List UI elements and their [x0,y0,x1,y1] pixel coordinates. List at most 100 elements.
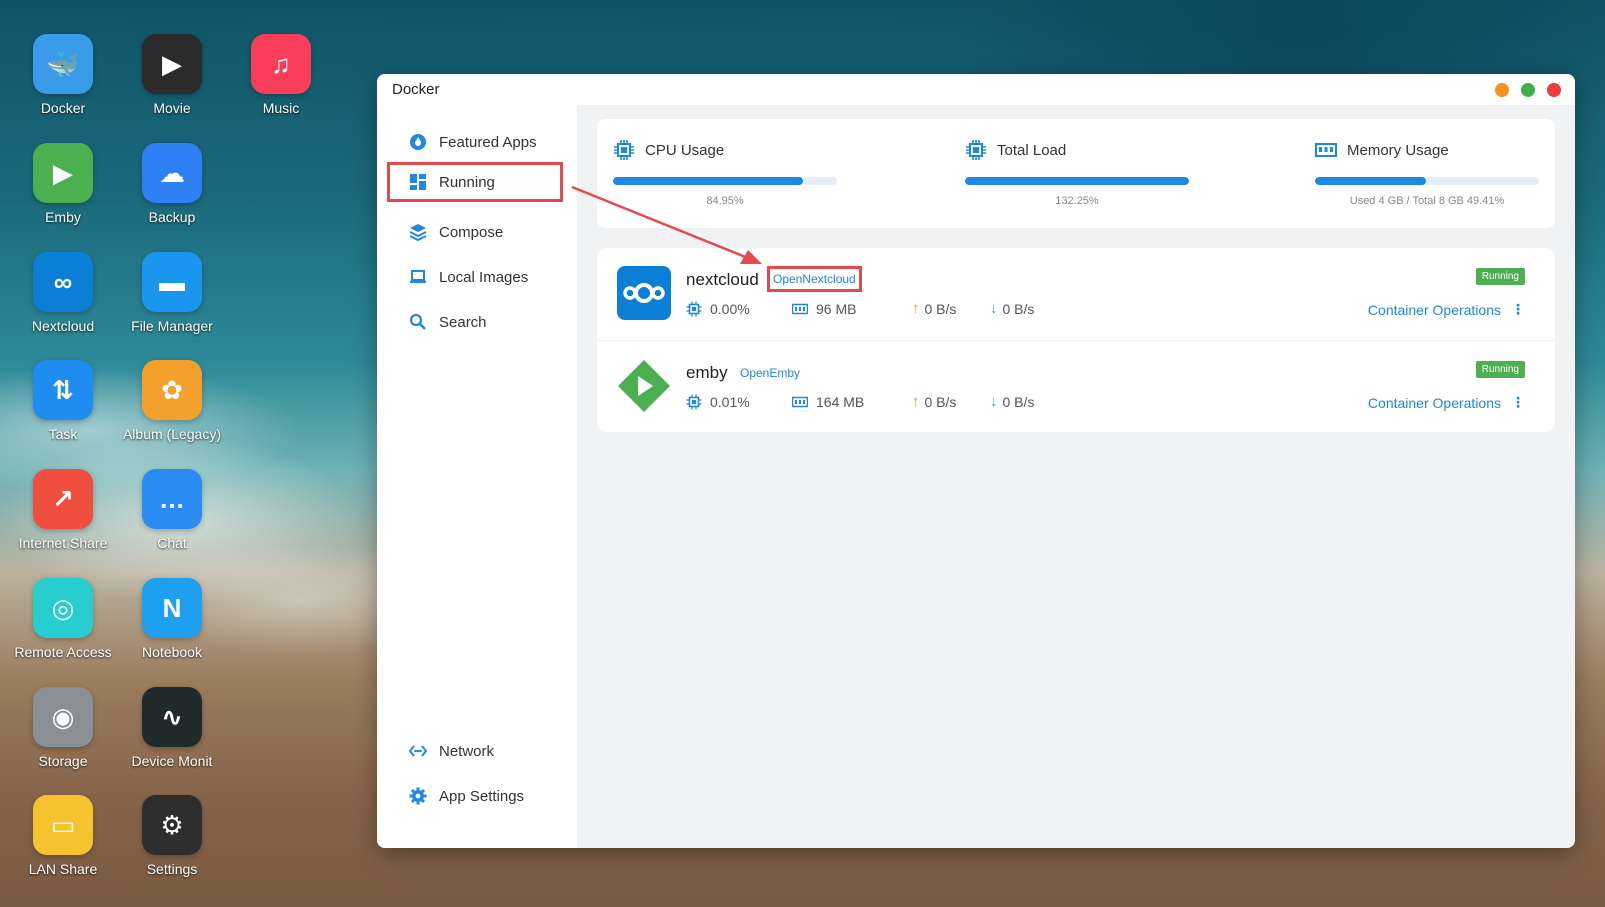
sidebar-item-label: Featured Apps [439,133,537,151]
memory-usage-value: Used 4 GB / Total 8 GB 49.41% [1349,195,1505,207]
desktop-icon-label: Docker [40,100,86,116]
desktop-icon-settings[interactable]: ⚙ Settings [119,795,225,877]
app-metrics: 0.01% 164 MB ↑ 0 B/s ↓ 0 B/s [686,393,1070,410]
app-name: emby [686,363,728,382]
sidebar-item-compose[interactable]: Compose [387,212,563,252]
status-badge: Running [1475,361,1525,378]
close-button[interactable] [1547,83,1561,97]
upload-metric: ↑ 0 B/s [912,300,990,317]
window-title: Docker [392,81,440,98]
total-load-stat: Total Load 132.25% [965,139,1189,207]
desktop-icon-label: Movie [153,100,191,116]
upload-value: 0 B/s [924,393,957,410]
desktop-icon-chat[interactable]: … Chat [119,469,225,551]
container-operations-button[interactable]: Container Operations ⋮ [1368,301,1525,318]
cpu-chip-icon [966,140,986,160]
notebook-icon: N [142,578,202,638]
memory-usage-label: Memory Usage [1347,141,1449,159]
desktop-icon-task[interactable]: ⇅ Task [10,360,116,442]
emby-logo-icon [618,360,670,412]
cpu-value: 0.01% [710,393,750,410]
fire-icon [410,134,426,150]
open-nextcloud-link[interactable]: OpenNextcloud [767,266,862,292]
download-metric: ↓ 0 B/s [990,393,1070,410]
memory-metric: 96 MB [792,300,912,317]
desktop-icon-backup[interactable]: ☁ Backup [119,143,225,225]
gear-icon [409,787,427,805]
arrow-up-icon: ↑ [912,300,920,317]
desktop-icon-file-manager[interactable]: ▬ File Manager [119,252,225,334]
minimize-button[interactable] [1495,83,1509,97]
desktop-icon-lan-share[interactable]: ▭ LAN Share [10,795,116,877]
sidebar-item-label: Local Images [439,268,529,286]
window-titlebar[interactable]: Docker [377,74,1575,105]
layers-icon [409,224,427,241]
antenna-icon: ◎ [33,578,93,638]
resource-stats-card: CPU Usage 84.95% Total Load 132.25% Memo… [597,119,1555,228]
maximize-button[interactable] [1521,83,1535,97]
desktop-icon-notebook[interactable]: N Notebook [119,578,225,660]
desktop-icon-device-monit[interactable]: ∿ Device Monit [119,687,225,769]
running-apps-list: nextcloud OpenNextcloud 0.00% 96 MB ↑ 0 … [597,248,1555,432]
status-badge: Running [1475,268,1525,285]
desktop-icon-label: Internet Share [18,535,108,551]
memory-icon [792,396,808,407]
download-metric: ↓ 0 B/s [990,300,1070,317]
desktop-icon-movie[interactable]: ▶ Movie [119,34,225,116]
sidebar-item-label: Running [439,173,495,191]
cpu-value: 0.00% [710,300,750,317]
shared-folder-icon: ▭ [33,795,93,855]
desktop-icon-album-legacy[interactable]: ✿ Album (Legacy) [119,360,225,442]
desktop-icon-label: Settings [146,861,198,877]
app-metrics: 0.00% 96 MB ↑ 0 B/s ↓ 0 B/s [686,300,1070,317]
desktop-icon-label: Notebook [142,644,202,660]
desktop-icon-remote-access[interactable]: ◎ Remote Access [10,578,116,660]
desktop-icon-label: Chat [157,535,187,551]
transfer-arrows-icon: ⇅ [33,360,93,420]
sidebar: Featured Apps Running Compose Local Imag… [377,105,577,848]
network-icon [409,745,427,757]
sidebar-item-app-settings[interactable]: App Settings [387,776,563,816]
more-vertical-icon: ⋮ [1511,301,1525,317]
sidebar-item-local-images[interactable]: Local Images [387,257,563,297]
sidebar-item-network[interactable]: Network [387,731,563,771]
memory-value: 164 MB [816,393,865,410]
nextcloud-icon: ∞ [33,252,93,312]
app-row-nextcloud: nextcloud OpenNextcloud 0.00% 96 MB ↑ 0 … [597,248,1555,340]
desktop-icon-emby[interactable]: ▶ Emby [10,143,116,225]
desktop-icon-label: LAN Share [28,861,98,877]
download-value: 0 B/s [1002,300,1035,317]
memory-icon [1315,143,1337,157]
total-load-label: Total Load [997,141,1067,159]
total-load-fill [965,177,1189,185]
open-emby-link[interactable]: OpenEmby [740,366,800,380]
desktop-icon-music[interactable]: ♫ Music [228,34,334,116]
emby-play-icon: ▶ [33,143,93,203]
sidebar-item-featured-apps[interactable]: Featured Apps [387,122,563,162]
sidebar-item-search[interactable]: Search [387,302,563,342]
sidebar-item-label: Search [439,313,487,331]
search-icon [409,313,426,330]
docker-window: Docker Featured Apps Running Compose Loc… [377,74,1575,848]
cpu-usage-stat: CPU Usage 84.95% [613,139,837,207]
sidebar-item-running[interactable]: Running [387,162,563,202]
cpu-chip-icon [686,301,702,316]
desktop-icon-nextcloud[interactable]: ∞ Nextcloud [10,252,116,334]
memory-metric: 164 MB [792,393,912,410]
arrow-down-icon: ↓ [990,393,998,410]
cpu-usage-bar [613,177,837,185]
desktop-icon-docker[interactable]: 🐳 Docker [10,34,116,116]
desktop-icon-storage[interactable]: ◉ Storage [10,687,116,769]
dashboard-icon [410,174,426,190]
container-operations-button[interactable]: Container Operations ⋮ [1368,394,1525,411]
cpu-metric: 0.01% [686,393,792,410]
desktop-icon-label: Storage [38,753,88,769]
container-operations-label: Container Operations [1367,301,1501,318]
hard-drive-icon: ◉ [33,687,93,747]
desktop-icon-internet-share[interactable]: ↗ Internet Share [10,469,116,551]
desktop-icon-label: File Manager [131,318,213,334]
chat-bubble-icon: … [142,469,202,529]
memory-usage-stat: Memory Usage Used 4 GB / Total 8 GB 49.4… [1315,139,1539,207]
arrow-down-icon: ↓ [990,300,998,317]
cpu-usage-fill [613,177,804,185]
